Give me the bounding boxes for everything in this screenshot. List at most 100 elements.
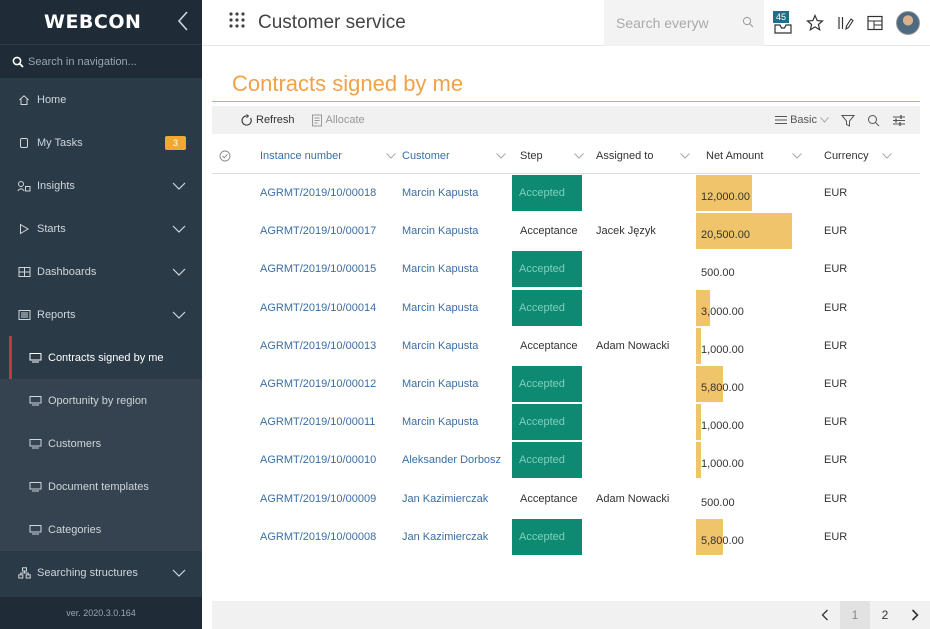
home-icon bbox=[17, 93, 31, 107]
row-select[interactable] bbox=[212, 212, 244, 250]
chevron-up-icon[interactable] bbox=[172, 310, 186, 320]
search-icon[interactable] bbox=[742, 16, 754, 28]
customer-link[interactable]: Marcin Kapusta bbox=[402, 327, 512, 365]
select-all-checkbox[interactable] bbox=[212, 138, 244, 174]
allocate-button[interactable]: Allocate bbox=[311, 114, 365, 127]
table-row[interactable]: AGRMT/2019/10/00015 Marcin Kapusta Accep… bbox=[212, 250, 920, 288]
customer-link[interactable]: Marcin Kapusta bbox=[402, 174, 512, 212]
sidebar-item-document-templates[interactable]: Document templates bbox=[0, 465, 202, 508]
sidebar-item-contracts-signed-by-me[interactable]: Contracts signed by me bbox=[0, 336, 202, 379]
instance-link[interactable]: AGRMT/2019/10/00010 bbox=[244, 441, 402, 479]
instance-link[interactable]: AGRMT/2019/10/00014 bbox=[244, 289, 402, 327]
sidebar-item-oportunity-by-region[interactable]: Oportunity by region bbox=[0, 379, 202, 422]
sidebar-item-my-tasks[interactable]: My Tasks 3 bbox=[0, 121, 202, 164]
chevron-down-icon[interactable] bbox=[172, 181, 186, 191]
row-select[interactable] bbox=[212, 480, 244, 518]
row-select[interactable] bbox=[212, 518, 244, 556]
column-header-currency[interactable]: Currency bbox=[808, 138, 898, 174]
app-launcher-icon[interactable] bbox=[228, 11, 248, 34]
column-header-step[interactable]: Step bbox=[512, 138, 590, 174]
sidebar-item-label: Starts bbox=[37, 222, 66, 235]
chevron-down-icon[interactable] bbox=[496, 152, 506, 159]
table-row[interactable]: AGRMT/2019/10/00013 Marcin Kapusta Accep… bbox=[212, 327, 920, 365]
table-row[interactable]: AGRMT/2019/10/00010 Aleksander Dorbosz A… bbox=[212, 441, 920, 479]
table-row[interactable]: AGRMT/2019/10/00017 Marcin Kapusta Accep… bbox=[212, 212, 920, 250]
table-row[interactable]: AGRMT/2019/10/00011 Marcin Kapusta Accep… bbox=[212, 403, 920, 441]
row-select[interactable] bbox=[212, 327, 244, 365]
search-icon[interactable] bbox=[867, 114, 880, 127]
instance-link[interactable]: AGRMT/2019/10/00013 bbox=[244, 327, 402, 365]
collapse-sidebar-icon[interactable] bbox=[176, 10, 190, 32]
webcon-logo[interactable]: WEBCON bbox=[44, 11, 141, 33]
sidebar-item-reports[interactable]: Reports bbox=[0, 293, 202, 336]
customer-link[interactable]: Marcin Kapusta bbox=[402, 289, 512, 327]
column-header-instance[interactable]: Instance number bbox=[244, 138, 402, 174]
instance-link[interactable]: AGRMT/2019/10/00008 bbox=[244, 518, 402, 556]
report-grid: Instance number Customer Step Assigned t… bbox=[212, 138, 920, 556]
sidebar-item-categories[interactable]: Categories bbox=[0, 508, 202, 551]
sidebar-item-customers[interactable]: Customers bbox=[0, 422, 202, 465]
instance-link[interactable]: AGRMT/2019/10/00009 bbox=[244, 480, 402, 518]
customer-link[interactable]: Jan Kazimierczak bbox=[402, 480, 512, 518]
customer-link[interactable]: Jan Kazimierczak bbox=[402, 518, 512, 556]
user-avatar[interactable] bbox=[896, 10, 920, 35]
page-button-current[interactable]: 1 bbox=[840, 601, 870, 629]
layout-icon[interactable] bbox=[866, 14, 884, 32]
chevron-down-icon[interactable] bbox=[882, 152, 892, 159]
instance-link[interactable]: AGRMT/2019/10/00011 bbox=[244, 403, 402, 441]
instance-link[interactable]: AGRMT/2019/10/00012 bbox=[244, 365, 402, 403]
instance-link[interactable]: AGRMT/2019/10/00015 bbox=[244, 250, 402, 288]
table-row[interactable]: AGRMT/2019/10/00012 Marcin Kapusta Accep… bbox=[212, 365, 920, 403]
sidebar-item-home[interactable]: Home bbox=[0, 78, 202, 121]
customer-link[interactable]: Marcin Kapusta bbox=[402, 250, 512, 288]
row-select[interactable] bbox=[212, 289, 244, 327]
customer-link[interactable]: Marcin Kapusta bbox=[402, 365, 512, 403]
toolbar-right-actions: Basic bbox=[775, 114, 920, 127]
sidebar-item-dashboards[interactable]: Dashboards bbox=[0, 250, 202, 293]
row-select[interactable] bbox=[212, 174, 244, 212]
nav-search-input[interactable]: Search in navigation... bbox=[0, 44, 202, 78]
refresh-button[interactable]: Refresh bbox=[240, 113, 295, 127]
customer-link[interactable]: Marcin Kapusta bbox=[402, 212, 512, 250]
net-amount-cell: 500.00 bbox=[696, 480, 808, 518]
column-header-customer[interactable]: Customer bbox=[402, 138, 512, 174]
column-header-assigned-to[interactable]: Assigned to bbox=[590, 138, 696, 174]
next-page-button[interactable] bbox=[900, 601, 930, 629]
filter-icon[interactable] bbox=[841, 114, 855, 127]
table-row[interactable]: AGRMT/2019/10/00014 Marcin Kapusta Accep… bbox=[212, 289, 920, 327]
row-select[interactable] bbox=[212, 250, 244, 288]
chevron-down-icon[interactable] bbox=[172, 568, 186, 578]
table-row[interactable]: AGRMT/2019/10/00009 Jan Kazimierczak Acc… bbox=[212, 480, 920, 518]
sidebar-item-searching-structures[interactable]: Searching structures bbox=[0, 551, 202, 594]
prev-page-button[interactable] bbox=[810, 601, 840, 629]
view-selector[interactable]: Basic bbox=[775, 114, 829, 126]
sidebar-item-insights[interactable]: Insights bbox=[0, 164, 202, 207]
edit-panel-icon[interactable] bbox=[836, 14, 854, 32]
insights-icon bbox=[17, 179, 31, 193]
global-search-input[interactable]: Search everyw bbox=[604, 0, 764, 46]
column-header-net-amount[interactable]: Net Amount bbox=[696, 138, 808, 174]
row-select[interactable] bbox=[212, 365, 244, 403]
row-select[interactable] bbox=[212, 403, 244, 441]
notifications-button[interactable]: 45 bbox=[772, 10, 794, 35]
chevron-down-icon[interactable] bbox=[386, 152, 396, 159]
chevron-down-icon[interactable] bbox=[792, 152, 802, 159]
top-header: Customer service Search everyw 45 bbox=[202, 0, 930, 46]
chevron-down-icon[interactable] bbox=[680, 152, 690, 159]
instance-link[interactable]: AGRMT/2019/10/00018 bbox=[244, 174, 402, 212]
chevron-down-icon[interactable] bbox=[172, 224, 186, 234]
page-title: Contracts signed by me bbox=[232, 71, 464, 96]
sidebar-item-starts[interactable]: Starts bbox=[0, 207, 202, 250]
customer-link[interactable]: Aleksander Dorbosz bbox=[402, 441, 512, 479]
table-row[interactable]: AGRMT/2019/10/00018 Marcin Kapusta Accep… bbox=[212, 174, 920, 212]
page-button-2[interactable]: 2 bbox=[870, 601, 900, 629]
step-accepted-cell: Accepted bbox=[512, 175, 582, 211]
table-row[interactable]: AGRMT/2019/10/00008 Jan Kazimierczak Acc… bbox=[212, 518, 920, 556]
instance-link[interactable]: AGRMT/2019/10/00017 bbox=[244, 212, 402, 250]
star-icon[interactable] bbox=[806, 13, 824, 32]
chevron-down-icon[interactable] bbox=[172, 267, 186, 277]
settings-sliders-icon[interactable] bbox=[892, 114, 906, 127]
customer-link[interactable]: Marcin Kapusta bbox=[402, 403, 512, 441]
row-select[interactable] bbox=[212, 441, 244, 479]
chevron-down-icon[interactable] bbox=[574, 152, 584, 159]
